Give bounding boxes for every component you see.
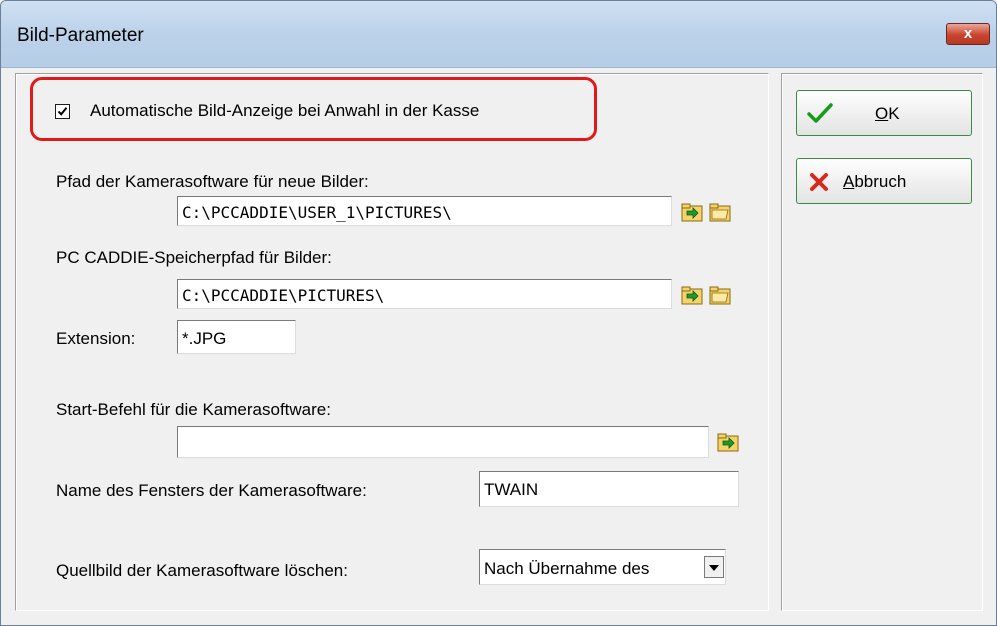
checkmark-icon [807,103,833,123]
button-panel [781,73,983,611]
cancel-button[interactable]: Abbruch [796,158,972,204]
window-name-label: Name des Fensters der Kamerasoftware: [56,481,367,500]
extension-input[interactable]: *.JPG [177,320,296,354]
ok-button-label: OK [875,104,900,123]
cancel-button-label: Abbruch [843,172,907,191]
storage-path-input[interactable]: C:\PCCADDIE\PICTURES\ [177,279,672,309]
checkmark-icon [57,107,68,116]
close-icon: x [963,25,973,42]
camera-path-label: Pfad der Kamerasoftware für neue Bilder: [56,172,369,191]
close-icon [810,173,828,191]
close-button[interactable]: x [946,23,990,45]
extension-label: Extension: [56,329,136,348]
chevron-down-icon [709,565,719,571]
dialog-title: Bild-Parameter [17,25,144,46]
folder-open-icon[interactable] [709,201,731,223]
window-name-input[interactable]: TWAIN [479,471,739,507]
folder-import-icon[interactable] [681,201,703,223]
delete-source-select[interactable]: Nach Übernahme des [479,549,726,585]
title-bar: Bild-Parameter x [1,1,996,68]
folder-open-icon[interactable] [709,284,731,306]
camera-path-input[interactable]: C:\PCCADDIE\USER_1\PICTURES\ [177,196,672,226]
delete-source-value: Nach Übernahme des [484,559,650,578]
auto-display-checkbox[interactable] [55,104,70,119]
start-command-label: Start-Befehl für die Kamerasoftware: [56,400,331,419]
folder-import-icon[interactable] [681,284,703,306]
start-command-input[interactable] [177,426,709,458]
auto-display-label: Automatische Bild-Anzeige bei Anwahl in … [90,101,480,120]
folder-import-icon[interactable] [717,431,739,453]
storage-path-label: PC CADDIE-Speicherpfad für Bilder: [56,248,332,267]
delete-source-label: Quellbild der Kamerasoftware löschen: [56,561,348,580]
ok-button[interactable]: OK [796,90,972,136]
dropdown-button[interactable] [704,556,724,578]
